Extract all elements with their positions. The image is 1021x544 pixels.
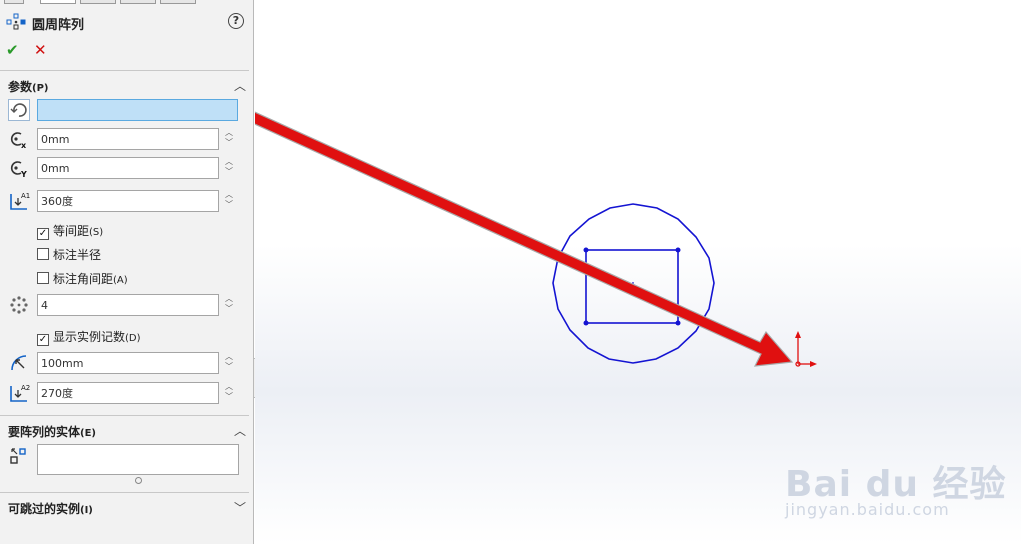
property-manager-panel: 圆周阵列 ? ✔ ✕ 参数(P) ︿ x ︿﹀ Y ︿﹀ A1 ︿﹀ ✓等间距(… [0, 0, 254, 544]
total-angle-input[interactable] [37, 190, 219, 212]
equal-spacing-box[interactable]: ✓ [37, 228, 49, 240]
collapse-chevron-up-icon[interactable]: ︿ [234, 422, 246, 439]
tab-property-manager[interactable] [40, 0, 76, 4]
params-group-header[interactable]: 参数(P) ︿ [8, 78, 248, 94]
dim-angle-label: 标注角间距 [53, 272, 114, 286]
tab-dimxpert[interactable] [120, 0, 156, 4]
show-count-label: 显示实例记数 [53, 330, 126, 344]
origin-icon[interactable] [795, 331, 817, 367]
total-angle-icon: A1 [8, 190, 30, 212]
center-x-input[interactable] [37, 128, 219, 150]
annotation-arrow [255, 111, 794, 367]
show-count-key: (D) [125, 333, 141, 344]
sketch-point[interactable] [675, 320, 681, 326]
cancel-icon[interactable]: ✕ [34, 41, 47, 59]
help-icon[interactable]: ? [228, 13, 244, 29]
sketch-point[interactable] [675, 247, 681, 253]
dim-angle-key: (A) [113, 275, 128, 286]
svg-text:x: x [21, 141, 27, 150]
panel-title: 圆周阵列 [32, 18, 85, 33]
dim-radius-checkbox[interactable]: 标注半径 [37, 246, 101, 262]
pattern-axis-input[interactable] [37, 99, 238, 121]
svg-text:Y: Y [20, 170, 27, 179]
expand-chevron-down-icon[interactable]: ﹀ [234, 499, 246, 516]
center-y-icon: Y [8, 157, 30, 179]
divider [0, 492, 249, 493]
circular-pattern-icon [6, 13, 26, 30]
skip-header-key: (I) [80, 505, 93, 516]
collapse-chevron-up-icon[interactable]: ︿ [234, 77, 246, 94]
center-y-stepper[interactable]: ︿ ﹀ [223, 157, 235, 179]
dim-radius-box[interactable] [37, 248, 49, 260]
skip-group-header[interactable]: 可跳过的实例(I) ﹀ [8, 500, 248, 516]
equal-spacing-checkbox[interactable]: ✓ 等间距(S) [37, 222, 104, 240]
entities-header-key: (E) [80, 428, 96, 439]
dim-radius-label: 标注半径 [53, 248, 102, 262]
show-count-box[interactable]: ✓ [37, 334, 49, 346]
graphics-area[interactable]: Bai du 经验 jingyan.baidu.com [255, 0, 1021, 544]
arc-angle-icon: A2 [8, 382, 30, 404]
total-angle-stepper[interactable]: ︿ ﹀ [223, 190, 235, 212]
center-x-stepper[interactable]: ︿ ﹀ [223, 128, 235, 150]
entities-select-icon [8, 446, 30, 468]
svg-text:A2: A2 [21, 384, 30, 392]
dim-angle-checkbox[interactable]: 标注角间距(A) [37, 270, 128, 286]
tab-feature-tree[interactable] [4, 0, 24, 4]
entities-header-label: 要阵列的实体 [8, 425, 81, 439]
arc-angle-stepper[interactable]: ︿ ﹀ [223, 382, 235, 404]
instance-count-icon [8, 294, 30, 316]
radius-icon [8, 352, 30, 374]
radius-input[interactable] [37, 352, 219, 374]
arc-angle-input[interactable] [37, 382, 219, 404]
entities-group-header[interactable]: 要阵列的实体(E) ︿ [8, 423, 248, 439]
center-x-icon: x [8, 128, 30, 150]
sketch-point[interactable] [583, 247, 589, 253]
panel-header: 圆周阵列 ? [6, 12, 246, 33]
divider [0, 70, 249, 71]
pattern-axis-icon[interactable] [8, 99, 30, 121]
instance-count-input[interactable] [37, 294, 219, 316]
panel-tab-strip [0, 0, 254, 6]
resize-grip[interactable] [135, 477, 142, 484]
dim-angle-box[interactable] [37, 272, 49, 284]
equal-spacing-key: (S) [89, 227, 104, 238]
svg-text:A1: A1 [21, 192, 30, 200]
tab-configuration[interactable] [80, 0, 116, 4]
ok-icon[interactable]: ✔ [6, 41, 19, 59]
equal-spacing-label: 等间距 [53, 224, 90, 238]
divider [0, 415, 249, 416]
instance-count-stepper[interactable]: ︿ ﹀ [223, 294, 235, 316]
radius-stepper[interactable]: ︿ ﹀ [223, 352, 235, 374]
params-header-label: 参数 [8, 80, 33, 94]
sketch-point[interactable] [583, 320, 589, 326]
center-y-input[interactable] [37, 157, 219, 179]
watermark-url: jingyan.baidu.com [785, 500, 950, 519]
params-header-key: (P) [32, 83, 49, 94]
tab-display[interactable] [160, 0, 196, 4]
show-count-checkbox[interactable]: ✓ 显示实例记数(D) [37, 328, 141, 346]
skip-header-label: 可跳过的实例 [8, 502, 81, 516]
entities-selection-box[interactable] [37, 444, 239, 475]
